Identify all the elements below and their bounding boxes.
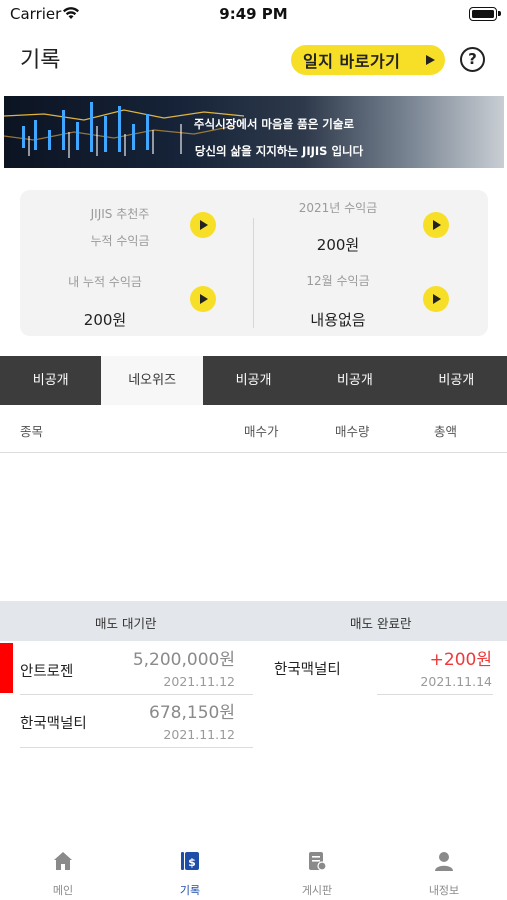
svg-text:$: $ [188, 856, 196, 869]
tab-neowiz[interactable]: 네오위즈 [101, 356, 203, 405]
year-profit-value: 200원 [316, 236, 360, 254]
recommend-play-button[interactable] [190, 212, 216, 238]
bottom-tab-bar: 메인 $ 기록 게시판 내정보 [0, 838, 507, 900]
sell-section-header: 매도 대기란 매도 완료란 [0, 601, 507, 641]
month-profit-label: 12월 수익금 [306, 274, 370, 288]
banner-line-2: 당신의 삶을 지지하는 JIJIS 입니다 [194, 144, 364, 158]
home-icon [54, 852, 72, 870]
pending-amount: 678,150원 [149, 703, 235, 723]
nav-my-info-label: 내정보 [428, 884, 460, 897]
pending-date: 2021.11.12 [163, 674, 235, 689]
stock-tabs: 비공개 네오위즈 비공개 비공개 비공개 [0, 356, 507, 405]
row-divider [20, 747, 253, 748]
col-total: 총액 [434, 424, 458, 439]
status-bar: Carrier 9:49 PM [0, 0, 507, 30]
pending-stock-name: 한국맥널티 [20, 716, 87, 732]
selected-row-marker [0, 643, 13, 693]
pending-date: 2021.11.12 [163, 727, 235, 742]
nav-main[interactable]: 메인 [0, 838, 126, 900]
user-icon [435, 852, 453, 871]
nav-board[interactable]: 게시판 [254, 838, 380, 900]
my-profit-play-button[interactable] [190, 286, 216, 312]
row-divider [20, 694, 253, 695]
year-profit-play-button[interactable] [423, 212, 449, 238]
promo-banner[interactable]: 주식시장에서 마음을 품은 기술로 당신의 삶을 지지하는 JIJIS 입니다 [4, 96, 504, 168]
col-buy-quantity: 매수량 [335, 424, 370, 439]
diary-shortcut-label: 일지 바로가기 [303, 52, 401, 71]
sell-done-title: 매도 완료란 [350, 616, 412, 631]
col-stock-name: 종목 [20, 424, 44, 439]
play-arrow-icon [426, 55, 435, 65]
tab-private-1[interactable]: 비공개 [0, 356, 101, 405]
record-icon: $ [181, 852, 199, 870]
recommend-label: JIJIS 추천주 [90, 207, 150, 221]
page-title: 기록 [20, 48, 61, 73]
pending-amount: 5,200,000원 [132, 650, 235, 670]
done-stock-name: 한국맥널티 [274, 662, 341, 678]
done-date: 2021.11.14 [420, 674, 492, 689]
pending-stock-name: 안트로젠 [20, 664, 74, 680]
nav-record-label: 기록 [179, 884, 201, 897]
my-cumulative-profit-label: 내 누적 수익금 [68, 275, 142, 289]
board-icon [309, 852, 327, 871]
done-amount: +200원 [429, 650, 492, 670]
tab-private-4[interactable]: 비공개 [406, 356, 507, 405]
nav-board-label: 게시판 [301, 884, 333, 897]
summary-divider [253, 218, 254, 328]
month-profit-value: 내용없음 [310, 311, 366, 329]
col-buy-price: 매수가 [244, 424, 279, 439]
banner-line-1: 주식시장에서 마음을 품은 기술로 [193, 117, 355, 131]
nav-record[interactable]: $ 기록 [127, 838, 253, 900]
year-profit-label: 2021년 수익금 [298, 201, 378, 215]
month-profit-play-button[interactable] [423, 286, 449, 312]
sell-pending-title: 매도 대기란 [95, 616, 157, 631]
battery-icon [469, 7, 501, 21]
nav-main-label: 메인 [52, 884, 74, 897]
diary-shortcut-button[interactable]: 일지 바로가기 [291, 45, 445, 75]
nav-my-info[interactable]: 내정보 [381, 838, 507, 900]
holdings-table-header: 종목 매수가 매수량 총액 [0, 405, 507, 453]
profit-summary-card: JIJIS 추천주 누적 수익금 내 누적 수익금 200원 2021년 수익금… [20, 190, 488, 336]
tab-private-3[interactable]: 비공개 [304, 356, 405, 405]
cumulative-profit-label: 누적 수익금 [90, 234, 150, 248]
clock: 9:49 PM [219, 5, 288, 23]
my-cumulative-profit-value: 200원 [83, 311, 127, 329]
tab-private-2[interactable]: 비공개 [203, 356, 304, 405]
help-icon[interactable]: ? [460, 47, 485, 72]
row-divider [377, 694, 493, 695]
